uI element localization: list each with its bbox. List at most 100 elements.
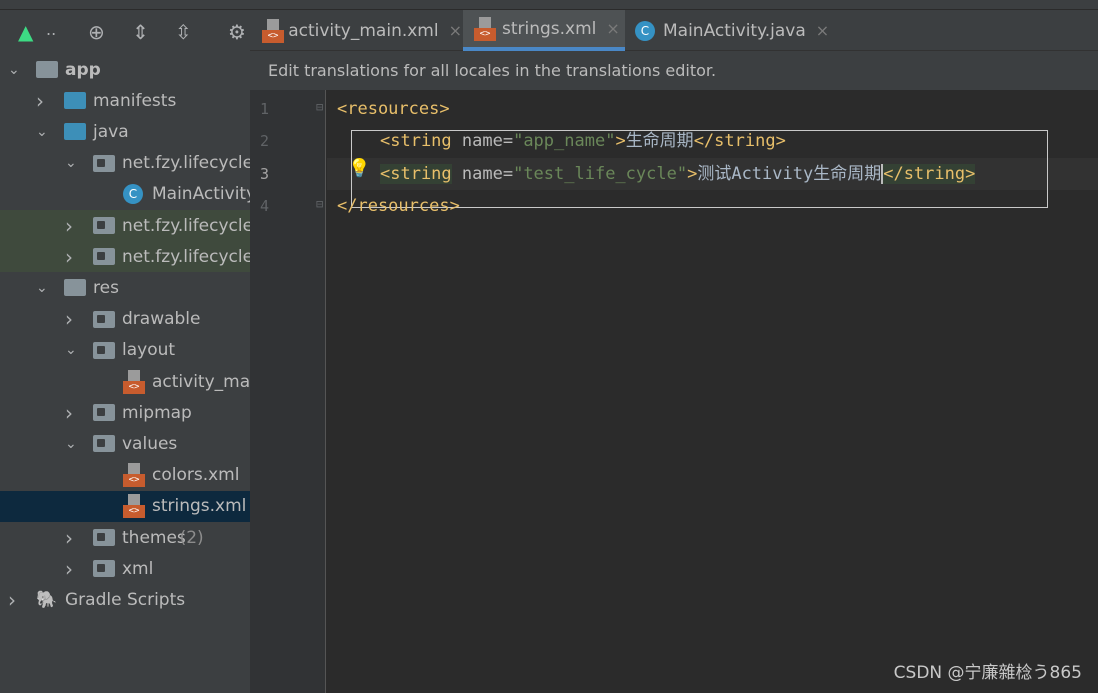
tab-strings[interactable]: <> strings.xml × (463, 10, 625, 51)
tree-item[interactable]: ⌄ app (0, 54, 250, 85)
tree-item-label: java (93, 121, 129, 142)
line-number: 4 (260, 197, 270, 215)
chevron-right-icon[interactable]: › (65, 526, 73, 550)
xml-icon: <> (123, 369, 145, 394)
view-dropdown[interactable]: .. (46, 20, 56, 39)
translations-info-bar[interactable]: Edit translations for all locales in the… (250, 51, 1098, 90)
folder-icon (93, 529, 115, 546)
tab-main-activity[interactable]: C MainActivity.java × (635, 10, 835, 51)
tree-item[interactable]: <> activity_main (0, 366, 250, 397)
tree-item-label: manifests (93, 90, 177, 111)
tree-item[interactable]: C MainActivity (0, 179, 250, 210)
tree-item-label: layout (122, 340, 176, 361)
tree-item-label: values (122, 433, 178, 454)
xml-icon: <> (123, 463, 145, 488)
folder-icon (93, 404, 115, 422)
class-icon: C (635, 20, 655, 41)
tree-item[interactable]: <> colors.xml (0, 460, 250, 491)
tree-item[interactable]: ⌄ java (0, 116, 250, 147)
tree-item[interactable]: › manifests (0, 85, 250, 116)
lightbulb-icon[interactable]: 💡 (348, 158, 370, 179)
folder-icon (93, 560, 115, 578)
tree-item[interactable]: › themes (2) (0, 522, 250, 553)
code-line-3: <string name="test_life_cycle">测试Activit… (380, 164, 976, 184)
chevron-right-icon[interactable]: › (65, 245, 73, 269)
tab-label: MainActivity.java (663, 20, 806, 41)
tab-activity-main[interactable]: <> activity_main.xml × (262, 10, 462, 51)
fold-icon[interactable]: ⊟ (316, 100, 323, 114)
folder-icon (36, 61, 58, 78)
code-editor[interactable]: 1 2 3 4 ⊟ ⊟ 💡 <resources> <string name="… (250, 90, 1098, 693)
tree-item-label: net.fzy.lifecycle (122, 215, 250, 236)
tree-item[interactable]: › net.fzy.lifecycle (0, 210, 250, 241)
folder-icon (93, 310, 115, 328)
tree-item[interactable]: ⌄ res (0, 272, 250, 303)
tree-item[interactable]: ⌄ values (0, 428, 250, 459)
line-number: 3 (260, 165, 270, 183)
collapse-all-icon[interactable]: ⇳ (175, 20, 192, 44)
tree-item-label: activity_main (152, 371, 250, 392)
tree-item[interactable]: › xml (0, 553, 250, 584)
chevron-down-icon[interactable]: ⌄ (8, 62, 20, 78)
chevron-right-icon[interactable]: › (65, 307, 73, 331)
tree-item[interactable]: ⌄ net.fzy.lifecycle (0, 148, 250, 179)
project-toolbar: ▲ .. ⊕ ⇕ ⇳ ⚙ (0, 10, 250, 51)
folder-icon (64, 123, 86, 141)
editor-tabs: <> activity_main.xml × <> strings.xml × … (250, 10, 1098, 51)
locate-icon[interactable]: ⊕ (88, 20, 105, 44)
tree-item-label: MainActivity (152, 184, 250, 205)
tree-item[interactable]: › mipmap (0, 397, 250, 428)
chevron-right-icon[interactable]: › (65, 214, 73, 238)
xml-icon: <> (474, 16, 496, 41)
tree-item[interactable]: ⌄ layout (0, 335, 250, 366)
tree-item[interactable]: › drawable (0, 304, 250, 335)
chevron-down-icon[interactable]: ⌄ (36, 280, 48, 296)
tree-item[interactable]: › net.fzy.lifecycle (0, 241, 250, 273)
gradle-icon: 🐘 (36, 589, 58, 610)
folder-icon (93, 217, 115, 234)
chevron-down-icon[interactable]: ⌄ (65, 155, 77, 171)
close-icon[interactable]: × (816, 21, 829, 40)
line-number: 1 (260, 100, 270, 118)
tree-item[interactable]: › 🐘 Gradle Scripts (0, 584, 250, 615)
expand-all-icon[interactable]: ⇕ (132, 20, 149, 44)
xml-icon: <> (262, 18, 284, 43)
xml-icon: <> (123, 494, 145, 519)
title-strip (0, 0, 1098, 10)
close-icon[interactable]: × (606, 19, 619, 38)
folder-icon (93, 341, 115, 359)
tree-item-label: res (93, 277, 119, 298)
folder-icon (64, 279, 86, 297)
folder-icon (93, 435, 115, 453)
tab-label: activity_main.xml (288, 20, 439, 41)
folder-icon (64, 92, 86, 110)
chevron-right-icon[interactable]: › (8, 588, 16, 612)
close-icon[interactable]: × (449, 21, 462, 40)
tree-item-label: strings.xml (152, 496, 247, 517)
gear-icon[interactable]: ⚙ (228, 20, 246, 44)
chevron-down-icon[interactable]: ⌄ (36, 124, 48, 140)
tree-item-count: (2) (179, 527, 204, 548)
code-line-2: <string name="app_name">生命周期</string> (380, 131, 786, 151)
fold-icon[interactable]: ⊟ (316, 197, 323, 211)
folder-icon (93, 248, 115, 266)
chevron-down-icon[interactable]: ⌄ (65, 436, 77, 452)
chevron-right-icon[interactable]: › (65, 557, 73, 581)
tree-item-label: themes (122, 527, 186, 548)
tree-item-label: drawable (122, 309, 201, 330)
code-line-1: <resources> (337, 99, 450, 119)
chevron-right-icon[interactable]: › (65, 401, 73, 425)
chevron-right-icon[interactable]: › (36, 89, 44, 113)
tab-label: strings.xml (502, 18, 597, 39)
tree-item-label: xml (122, 558, 154, 579)
tree-item-label: colors.xml (152, 465, 240, 486)
tree-item-label: mipmap (122, 402, 192, 423)
chevron-down-icon[interactable]: ⌄ (65, 342, 77, 358)
class-icon: C (123, 184, 143, 205)
folder-icon (93, 154, 115, 172)
line-number: 2 (260, 132, 270, 150)
code-line-4: </resources> (337, 196, 460, 216)
tree-item-label: Gradle Scripts (65, 589, 186, 610)
android-icon[interactable]: ▲ (18, 20, 33, 44)
tree-item[interactable]: <> strings.xml (0, 490, 250, 522)
